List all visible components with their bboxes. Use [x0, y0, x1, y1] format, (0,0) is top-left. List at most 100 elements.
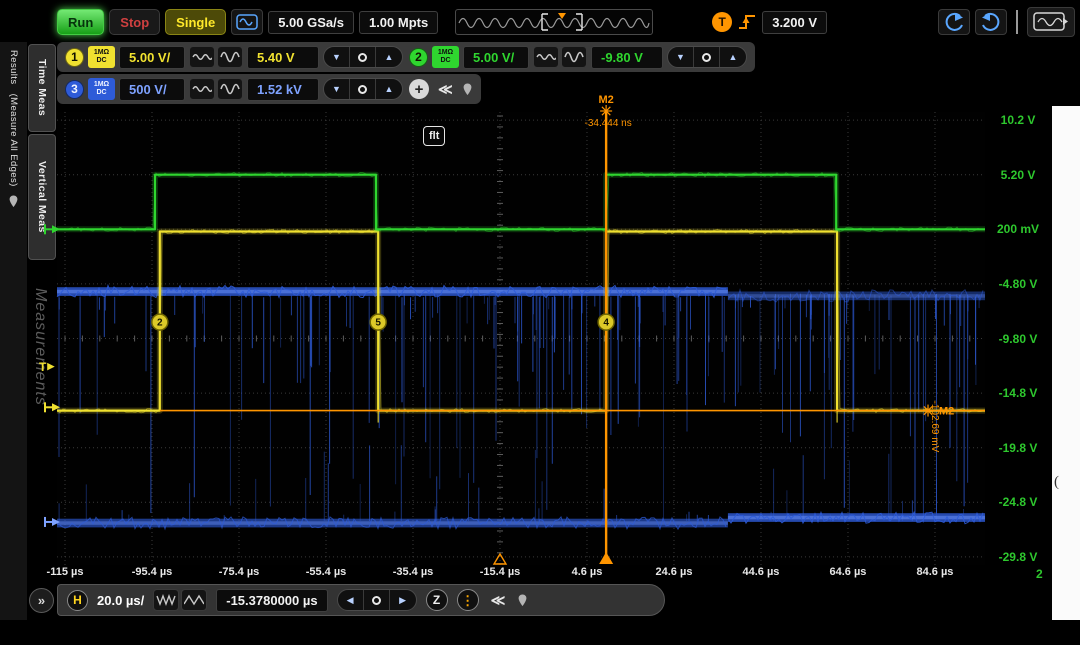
channel-offset-readout[interactable]: 1.52 kV: [247, 78, 319, 101]
trigger-level-indicator[interactable]: T▶: [39, 360, 54, 374]
pin-icon[interactable]: [8, 195, 19, 208]
x-axis-label: 64.6 µs: [813, 566, 883, 578]
capture-mode-button[interactable]: [231, 9, 263, 35]
redo-button[interactable]: [975, 9, 1007, 35]
trigger-rising-edge-icon[interactable]: [737, 13, 757, 31]
display-settings-button[interactable]: [1027, 7, 1075, 37]
edge-marker-number: 5: [375, 318, 381, 329]
channel-scale-readout[interactable]: 5.00 V/: [119, 46, 185, 69]
trigger-source-badge[interactable]: T: [712, 12, 732, 32]
tab-time-meas[interactable]: Time Meas: [28, 44, 56, 132]
m2-top-value: -34.444 ns: [584, 118, 631, 129]
acquisition-timeline[interactable]: [455, 9, 653, 35]
m2-time-marker-handle[interactable]: [599, 552, 613, 564]
tab-vertical-meas[interactable]: Vertical Meas: [28, 134, 56, 260]
channel-scale-readout[interactable]: 500 V/: [119, 78, 185, 101]
offset-down-button[interactable]: ▼: [324, 79, 350, 99]
scale-coarse-icon[interactable]: [561, 46, 587, 68]
m2-top-label: M2: [598, 94, 613, 106]
delay-readout[interactable]: -15.3780000 µs: [216, 589, 327, 612]
dots-icon: ⋮: [461, 594, 474, 607]
offset-up-button[interactable]: ▲: [376, 79, 402, 99]
graticule: [57, 112, 985, 565]
waveform-display[interactable]: M2-34.444 nsM2-102.69 mV254 flt T▶: [57, 112, 985, 565]
channel-coupling-badge[interactable]: 1MΩ DC: [88, 78, 115, 100]
channel-scale-readout[interactable]: 5.00 V/: [463, 46, 529, 69]
offset-up-button[interactable]: ▲: [376, 47, 402, 67]
zoom-button[interactable]: Z: [426, 589, 448, 611]
channel-number-badge[interactable]: 2: [409, 48, 428, 67]
delay-right-button[interactable]: ▶: [390, 590, 416, 610]
zigzag-dense-icon: [156, 593, 176, 607]
single-button[interactable]: Single: [165, 9, 226, 35]
delay-stepper: ◀ ▶: [337, 589, 417, 611]
channel-coupling-badge[interactable]: 1MΩ DC: [88, 46, 115, 68]
run-button[interactable]: Run: [57, 9, 104, 35]
timebase-adjust: [153, 589, 207, 611]
expand-panel-button[interactable]: »: [29, 588, 54, 613]
offset-down-button[interactable]: ▼: [324, 47, 350, 67]
circle-icon: [358, 85, 367, 94]
y-axis-label: 200 mV: [986, 222, 1050, 236]
x-axis-label: -75.4 µs: [204, 566, 274, 578]
channel-offset-stepper: ▼ ▲: [667, 46, 747, 68]
time-axis: -115 µs-95.4 µs-75.4 µs-55.4 µs-35.4 µs-…: [57, 566, 997, 581]
offset-zero-button[interactable]: [350, 47, 376, 67]
sine-small-icon: [192, 50, 212, 64]
undo-button[interactable]: [938, 9, 970, 35]
channel-coupling-badge[interactable]: 1MΩ DC: [432, 46, 459, 68]
timebase-zoom-out-icon[interactable]: [153, 589, 179, 611]
delay-left-button[interactable]: ◀: [338, 590, 364, 610]
timebase-readout[interactable]: 20.0 µs/: [97, 593, 144, 608]
horizontal-badge[interactable]: H: [67, 590, 88, 611]
timebase-zoom-in-icon[interactable]: [181, 589, 207, 611]
pin-icon[interactable]: [517, 594, 528, 607]
offset-up-button[interactable]: ▲: [720, 47, 746, 67]
tab-label: Vertical Meas: [36, 161, 48, 233]
scale-fine-icon[interactable]: [189, 46, 215, 68]
channel-number-badge[interactable]: 3: [65, 80, 84, 99]
triangle-down-icon: ▼: [332, 53, 341, 62]
triangle-left-icon: ◀: [347, 596, 354, 605]
channel-group: 3 1MΩ DC 500 V/ 1.52 kV ▼ ▲: [65, 78, 403, 101]
channel-number-badge[interactable]: 1: [65, 48, 84, 67]
offset-zero-button[interactable]: [694, 47, 720, 67]
more-options-button[interactable]: ⋮: [457, 589, 479, 611]
offset-zero-button[interactable]: [350, 79, 376, 99]
sine-large-icon: [220, 50, 240, 64]
channel-offset-readout[interactable]: -9.80 V: [591, 46, 663, 69]
y-axis-label: -4.80 V: [986, 277, 1050, 291]
tab-label: Time Meas: [36, 59, 48, 116]
sample-rate-readout: 5.00 GSa/s: [268, 11, 354, 34]
sine-large-icon: [220, 82, 240, 96]
stop-button[interactable]: Stop: [109, 9, 160, 35]
delay-zero-button[interactable]: [364, 590, 390, 610]
y-axis-label: 10.2 V: [986, 113, 1050, 127]
collapse-channel-bar-button[interactable]: ≪: [438, 81, 453, 98]
triangle-up-icon: ▲: [729, 53, 738, 62]
channel-offset-readout[interactable]: 5.40 V: [247, 46, 319, 69]
scale-coarse-icon[interactable]: [217, 46, 243, 68]
x-axis-label: -115 µs: [30, 566, 100, 578]
trigger-level-readout[interactable]: 3.200 V: [762, 11, 827, 34]
measurements-watermark: Measurements: [31, 288, 49, 406]
collapse-toolbar-button[interactable]: ≪: [491, 592, 506, 609]
pin-icon[interactable]: [462, 83, 473, 96]
offset-down-button[interactable]: ▼: [668, 47, 694, 67]
filter-badge[interactable]: flt: [423, 126, 445, 146]
scale-fine-icon[interactable]: [189, 78, 215, 100]
channel-scale-adjust: [189, 46, 243, 68]
channel-2-trace: [57, 173, 985, 232]
scale-coarse-icon[interactable]: [217, 78, 243, 100]
m2-right-value: -102.69 mV: [929, 401, 940, 453]
add-waveform-button[interactable]: +: [409, 79, 429, 99]
channel-row-2: 3 1MΩ DC 500 V/ 1.52 kV ▼ ▲ + ≪: [57, 74, 481, 104]
scale-fine-icon[interactable]: [533, 46, 559, 68]
trigger-letter: T: [39, 360, 46, 374]
channel-group: 1 1MΩ DC 5.00 V/ 5.40 V ▼ ▲: [65, 46, 403, 69]
x-axis-label: 44.6 µs: [726, 566, 796, 578]
y-axis-label: -19.8 V: [986, 441, 1050, 455]
pin-glyph: [517, 594, 528, 607]
delay-reference-marker[interactable]: [494, 554, 506, 564]
x-axis-label: 84.6 µs: [900, 566, 970, 578]
